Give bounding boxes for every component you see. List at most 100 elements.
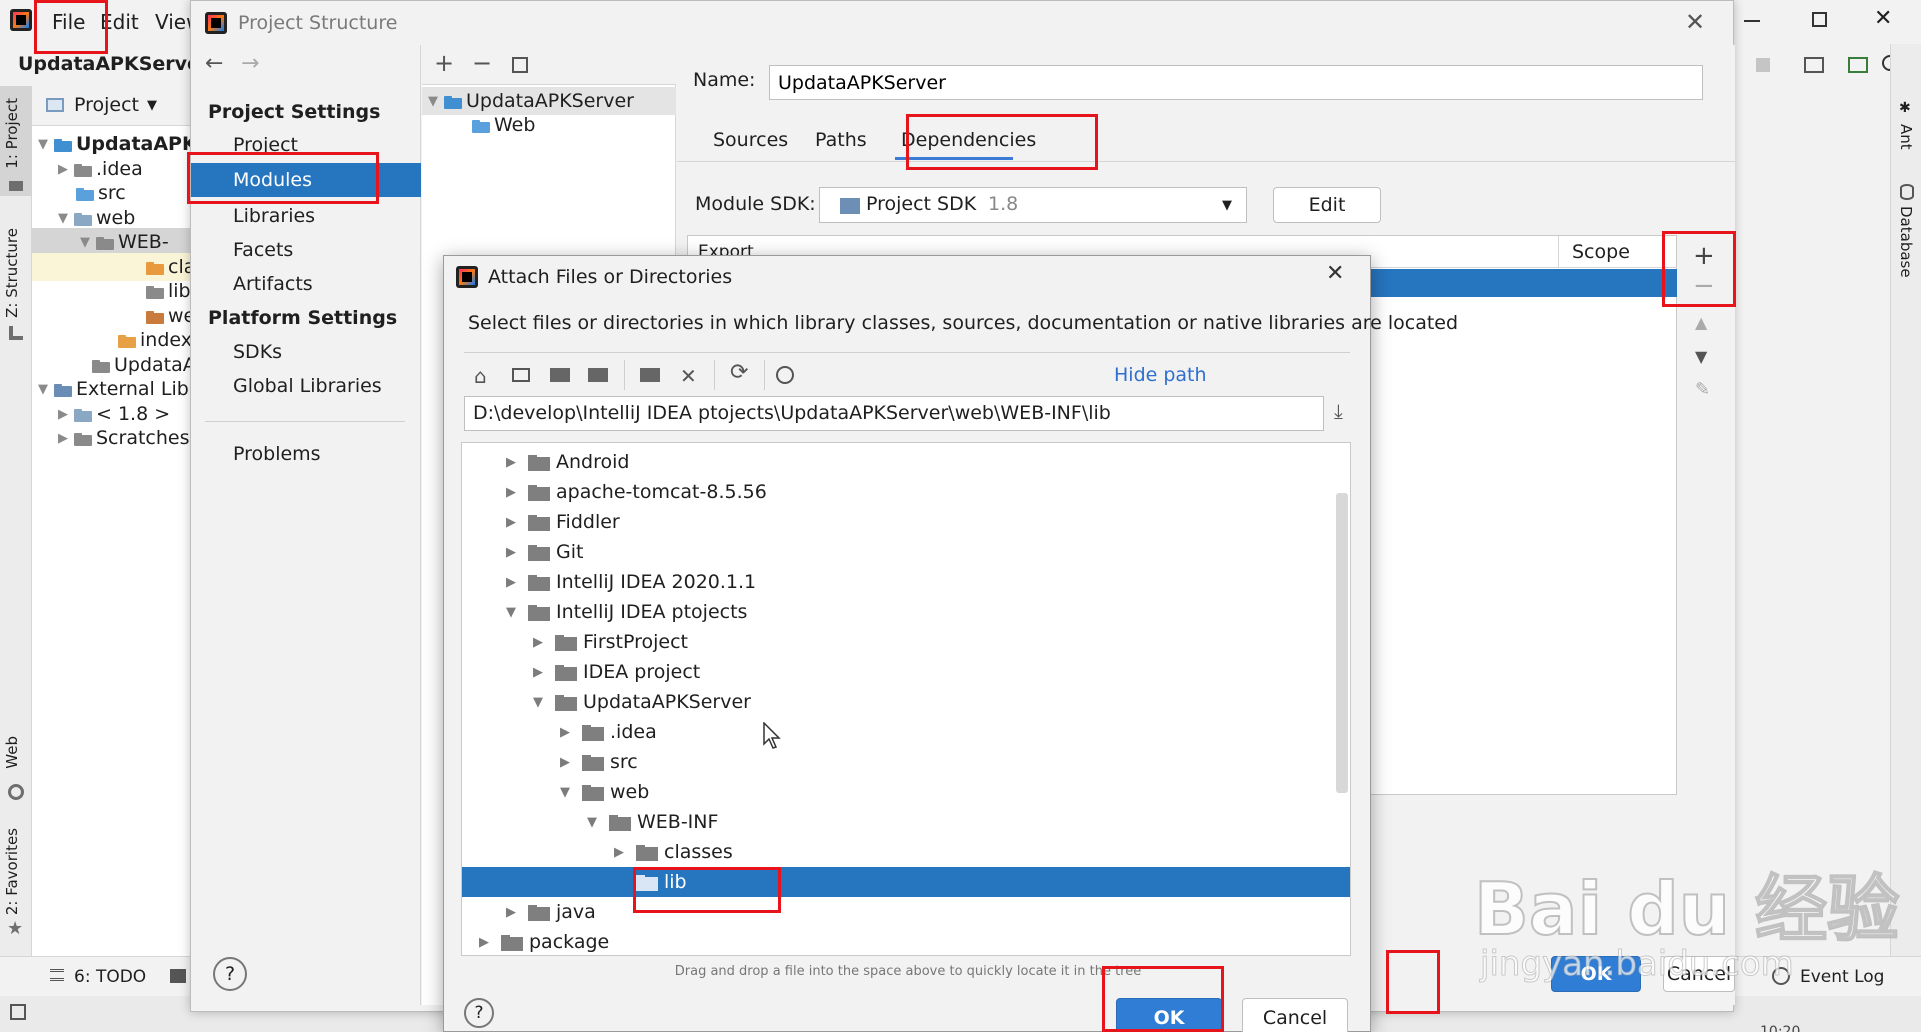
path-input[interactable]: D:\develop\IntelliJ IDEA ptojects\Updata… (464, 396, 1324, 431)
scrollbar-thumb[interactable] (1336, 493, 1348, 793)
chevron-right-icon[interactable]: ▶ (506, 545, 528, 560)
tree-item[interactable]: src (76, 179, 126, 207)
desktop-icon[interactable] (512, 368, 530, 382)
terminal-icon[interactable] (1848, 57, 1868, 73)
chevron-right-icon[interactable]: ▶ (479, 935, 501, 950)
nav-item-artifacts[interactable]: Artifacts (191, 267, 421, 301)
chevron-right-icon[interactable]: ▶ (506, 485, 528, 500)
refresh-icon[interactable]: ⟳ (730, 360, 748, 385)
file-tree-item[interactable]: ▶ IntelliJ IDEA 2020.1.1 (462, 567, 1350, 597)
edit-pencil-icon[interactable]: ✎ (1695, 379, 1710, 400)
close-icon[interactable]: ✕ (1326, 261, 1344, 286)
show-hidden-icon[interactable] (776, 366, 794, 384)
file-tree-item[interactable]: ▶ src (462, 747, 1350, 777)
restore-icon[interactable] (1812, 12, 1827, 27)
module-tree-item[interactable]: ▼ UpdataAPKServer (422, 87, 676, 115)
tree-item[interactable]: index (118, 326, 192, 354)
tool-tab-favorites[interactable]: 2: Favorites (3, 828, 21, 915)
help-button[interactable]: ? (213, 957, 247, 991)
file-tree-item[interactable]: ▶ classes (462, 837, 1350, 867)
tree-item[interactable]: ▼ External Lib (38, 375, 189, 403)
module-sdk-select[interactable]: Project SDK 1.8 ▼ (819, 187, 1247, 223)
minimize-icon[interactable] (1744, 20, 1760, 22)
tab-dependencies[interactable]: Dependencies (901, 129, 1036, 151)
nav-item-modules[interactable]: Modules (191, 163, 421, 197)
chevron-right-icon[interactable]: ▶ (533, 665, 555, 680)
menu-edit[interactable]: Edit (100, 10, 139, 34)
chevron-right-icon[interactable]: ▶ (560, 725, 582, 740)
tool-tab-web[interactable]: Web (3, 736, 21, 769)
nav-item-facets[interactable]: Facets (191, 233, 421, 267)
tree-item[interactable]: ▼ WEB- (32, 228, 200, 256)
file-tree-item[interactable]: ▶ apache-tomcat-8.5.56 (462, 477, 1350, 507)
remove-dependency-icon[interactable]: − (1693, 271, 1715, 301)
help-button[interactable]: ? (464, 998, 494, 1028)
chevron-down-icon[interactable]: ▼ (506, 605, 528, 620)
tab-sources[interactable]: Sources (713, 129, 788, 151)
project-structure-icon[interactable] (1804, 57, 1824, 73)
edit-sdk-button[interactable]: Edit (1273, 187, 1381, 223)
chevron-right-icon[interactable]: ▶ (506, 905, 528, 920)
module-tree-item[interactable]: Web (472, 111, 535, 139)
file-tree-item[interactable]: ▼ IntelliJ IDEA ptojects (462, 597, 1350, 627)
file-tree-item[interactable]: ▼ UpdataAPKServer (462, 687, 1350, 717)
chevron-right-icon[interactable]: ▶ (533, 635, 555, 650)
remove-icon[interactable]: − (472, 49, 492, 77)
move-up-icon[interactable]: ▲ (1695, 313, 1707, 332)
file-tree-item[interactable]: ▶ IDEA project (462, 657, 1350, 687)
file-tree-item[interactable]: ▶ Git (462, 537, 1350, 567)
layout-icon[interactable] (10, 1004, 26, 1020)
home-icon[interactable]: ⌂ (474, 364, 487, 388)
add-dependency-icon[interactable]: + (1693, 241, 1715, 271)
chevron-right-icon[interactable]: ▶ (506, 455, 528, 470)
navbar-project-name[interactable]: UpdataAPKServer (18, 53, 209, 75)
delete-icon[interactable]: ✕ (680, 364, 697, 388)
chevron-right-icon[interactable]: ▶ (560, 755, 582, 770)
file-tree-item[interactable]: ▶ java (462, 897, 1350, 927)
tool-tab-project[interactable]: 1: Project (3, 98, 21, 169)
chevron-right-icon[interactable]: ▶ (506, 515, 528, 530)
new-folder-icon[interactable] (640, 368, 660, 382)
stop-icon[interactable] (1756, 58, 1770, 72)
tab-paths[interactable]: Paths (815, 129, 867, 151)
download-icon[interactable]: ⤓ (1334, 399, 1343, 423)
module-name-input[interactable] (769, 65, 1703, 100)
attach-cancel-button[interactable]: Cancel (1242, 998, 1348, 1032)
menu-file[interactable]: File (52, 10, 85, 34)
tool-tab-ant[interactable]: Ant (1897, 124, 1915, 150)
module-folder-icon[interactable] (588, 368, 608, 382)
close-icon[interactable]: ✕ (1685, 8, 1705, 36)
tree-item[interactable]: ▼ UpdataAPK (38, 130, 197, 158)
file-tree-item[interactable]: ▶ Android (462, 447, 1350, 477)
project-folder-icon[interactable] (550, 368, 570, 382)
todo-tab[interactable]: 6: TODO (74, 967, 146, 987)
nav-item-global-libraries[interactable]: Global Libraries (191, 369, 421, 403)
chevron-down-icon[interactable]: ▼ (587, 815, 609, 830)
file-tree-item[interactable]: ▼ WEB-INF (462, 807, 1350, 837)
chevron-down-icon[interactable]: ▼ (560, 785, 582, 800)
tree-item[interactable]: lib (146, 277, 191, 305)
move-down-icon[interactable]: ▼ (1695, 347, 1707, 366)
file-tree-item[interactable]: lib (462, 867, 1350, 897)
nav-item-libraries[interactable]: Libraries (191, 199, 421, 233)
back-arrow-icon[interactable]: ← (205, 51, 223, 76)
attach-ok-button[interactable]: OK (1116, 998, 1222, 1032)
file-tree-item[interactable]: ▶ package (462, 927, 1350, 955)
event-log-tab[interactable]: Event Log (1800, 967, 1884, 987)
hide-path-link[interactable]: Hide path (1114, 364, 1207, 386)
chevron-right-icon[interactable]: ▶ (614, 845, 636, 860)
project-view-selector[interactable]: Project (74, 94, 139, 116)
file-tree-item[interactable]: ▶ FirstProject (462, 627, 1350, 657)
forward-arrow-icon[interactable]: → (241, 51, 259, 76)
add-icon[interactable]: + (434, 49, 454, 77)
nav-item-sdks[interactable]: SDKs (191, 335, 421, 369)
nav-item-project[interactable]: Project (191, 128, 421, 162)
file-tree-item[interactable]: ▶ Fiddler (462, 507, 1350, 537)
chevron-right-icon[interactable]: ▶ (506, 575, 528, 590)
close-icon[interactable]: ✕ (1874, 6, 1892, 31)
chevron-down-icon[interactable]: ▼ (533, 695, 555, 710)
file-tree-item[interactable]: ▼ web (462, 777, 1350, 807)
copy-icon[interactable] (512, 57, 528, 73)
file-tree-item[interactable]: ▶ .idea (462, 717, 1350, 747)
tool-tab-structure[interactable]: Z: Structure (3, 228, 21, 318)
